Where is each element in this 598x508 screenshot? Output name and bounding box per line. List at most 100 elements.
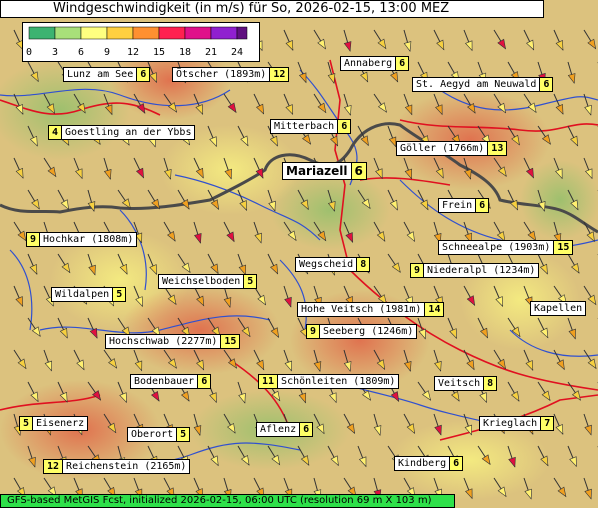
place-label-seeberg: 9 Seeberg (1246m)	[306, 324, 418, 339]
place-label-krieglach: Krieglach 7	[479, 416, 555, 431]
wind-speed-value: 9	[411, 264, 425, 277]
place-name: Weichselboden	[162, 276, 241, 287]
legend-swatch	[80, 26, 108, 40]
wind-speed-value: 5	[20, 417, 34, 430]
legend-tick-label: 21	[205, 47, 217, 58]
place-name: Goestling an der Ybbs	[65, 127, 192, 138]
wind-speed-value: 8	[356, 258, 370, 271]
legend-colorbar: 0 3 6 9 12 15 18 21 24	[26, 26, 248, 58]
wind-speed-value: 15	[553, 241, 573, 254]
wind-speed-value: 12	[44, 460, 64, 473]
place-name: Kindberg	[398, 458, 447, 469]
wind-speed-value: 14	[424, 303, 444, 316]
place-label-mitterbach: Mitterbach 6	[270, 119, 352, 134]
wind-speed-value: 6	[299, 423, 313, 436]
legend-tick-label: 24	[231, 47, 243, 58]
place-label-hochkar: 9 Hochkar (1808m)	[26, 232, 138, 247]
legend-swatch	[106, 26, 134, 40]
wind-speed-value: 13	[487, 142, 507, 155]
legend-swatch	[236, 26, 248, 40]
place-label-weichselboden: Weichselboden 5	[158, 274, 258, 289]
place-label-eisenerz: 5 Eisenerz	[19, 416, 89, 431]
place-name: Ötscher (1893m)	[176, 69, 267, 80]
place-name: Frein	[442, 200, 473, 211]
place-name: Mitterbach	[274, 121, 335, 132]
place-label-goeller: Göller (1766m) 13	[396, 141, 508, 156]
forecast-footer: GFS-based MetGIS Fcst, initialized 2026-…	[0, 494, 455, 508]
place-name: Göller (1766m)	[400, 143, 485, 154]
place-name: Oberort	[131, 429, 174, 440]
legend-tick-label: 12	[127, 47, 139, 58]
place-label-schneealpe: Schneealpe (1903m) 15	[438, 240, 574, 255]
place-label-aflenz: Aflenz 6	[256, 422, 314, 437]
place-name: Kapellen	[534, 303, 583, 314]
place-name: Annaberg	[344, 58, 393, 69]
wind-speed-value: 6	[197, 375, 211, 388]
place-label-st-aegyd: St. Aegyd am Neuwald 6	[412, 77, 554, 92]
place-label-oberort: Oberort 5	[127, 427, 191, 442]
place-label-mariazell: Mariazell 6	[282, 162, 367, 180]
legend-tick-label: 6	[78, 47, 84, 58]
place-label-schoenleiten: 11 Schönleiten (1809m)	[258, 374, 400, 389]
place-label-kindberg: Kindberg 6	[394, 456, 464, 471]
wind-speed-value: 6	[337, 120, 351, 133]
place-label-niederalpl: 9 Niederalpl (1234m)	[410, 263, 540, 278]
legend-tick-label: 0	[26, 47, 32, 58]
place-label-goestling: 4 Goestling an der Ybbs	[48, 125, 196, 140]
legend-swatch	[28, 26, 56, 40]
map-title: Windgeschwindigkeit (in m/s) für So, 202…	[0, 0, 544, 18]
legend-tick-label: 9	[104, 47, 110, 58]
place-label-annaberg: Annaberg 6	[340, 56, 410, 71]
place-label-bodenbauer: Bodenbauer 6	[130, 374, 212, 389]
wind-speed-value: 4	[49, 126, 63, 139]
place-label-hochschwab: Hochschwab (2277m) 15	[105, 334, 241, 349]
legend-tick-label: 18	[179, 47, 191, 58]
wind-speed-value: 6	[350, 163, 366, 179]
place-name: Veitsch	[438, 378, 481, 389]
place-label-lunz-am-see: Lunz am See 6	[63, 67, 151, 82]
place-name: Seeberg (1246m)	[323, 326, 414, 337]
wind-map: Windgeschwindigkeit (in m/s) für So, 202…	[0, 0, 598, 508]
wind-speed-value: 9	[27, 233, 41, 246]
place-name: Hochkar (1808m)	[43, 234, 134, 245]
place-name: Hochschwab (2277m)	[109, 336, 218, 347]
wind-speed-value: 9	[307, 325, 321, 338]
wind-speed-value: 5	[112, 288, 126, 301]
place-label-reichenstein: 12 Reichenstein (2165m)	[43, 459, 191, 474]
legend-tick-label: 15	[153, 47, 165, 58]
place-name: Reichenstein (2165m)	[66, 461, 187, 472]
place-name: St. Aegyd am Neuwald	[416, 79, 537, 90]
wind-speed-value: 6	[539, 78, 553, 91]
place-label-kapellen: Kapellen	[530, 301, 587, 316]
place-name: Niederalpl (1234m)	[427, 265, 536, 276]
place-label-wildalpen: Wildalpen 5	[51, 287, 127, 302]
legend-swatch	[132, 26, 160, 40]
place-name: Wildalpen	[55, 289, 110, 300]
place-label-wegscheid: Wegscheid 8	[295, 257, 371, 272]
wind-speed-value: 6	[475, 199, 489, 212]
legend-swatch	[210, 26, 238, 40]
wind-speed-value: 6	[136, 68, 150, 81]
place-label-frein: Frein 6	[438, 198, 490, 213]
place-name: Aflenz	[260, 424, 297, 435]
wind-speed-value: 8	[483, 377, 497, 390]
wind-speed-value: 11	[259, 375, 279, 388]
wind-speed-value: 5	[176, 428, 190, 441]
wind-speed-value: 15	[220, 335, 240, 348]
place-name: Schönleiten (1809m)	[281, 376, 396, 387]
wind-speed-value: 12	[269, 68, 289, 81]
place-label-hohe-veitsch: Hohe Veitsch (1981m) 14	[297, 302, 445, 317]
wind-speed-value: 7	[540, 417, 554, 430]
place-label-oetscher: Ötscher (1893m) 12	[172, 67, 290, 82]
legend-swatch	[158, 26, 186, 40]
place-name: Krieglach	[483, 418, 538, 429]
place-name: Lunz am See	[67, 69, 134, 80]
wind-speed-value: 6	[449, 457, 463, 470]
legend-tick-label: 3	[52, 47, 58, 58]
place-name: Mariazell	[286, 163, 348, 178]
place-name: Bodenbauer	[134, 376, 195, 387]
legend-swatch	[184, 26, 212, 40]
wind-speed-value: 6	[395, 57, 409, 70]
place-label-veitsch: Veitsch 8	[434, 376, 498, 391]
place-name: Wegscheid	[299, 259, 354, 270]
